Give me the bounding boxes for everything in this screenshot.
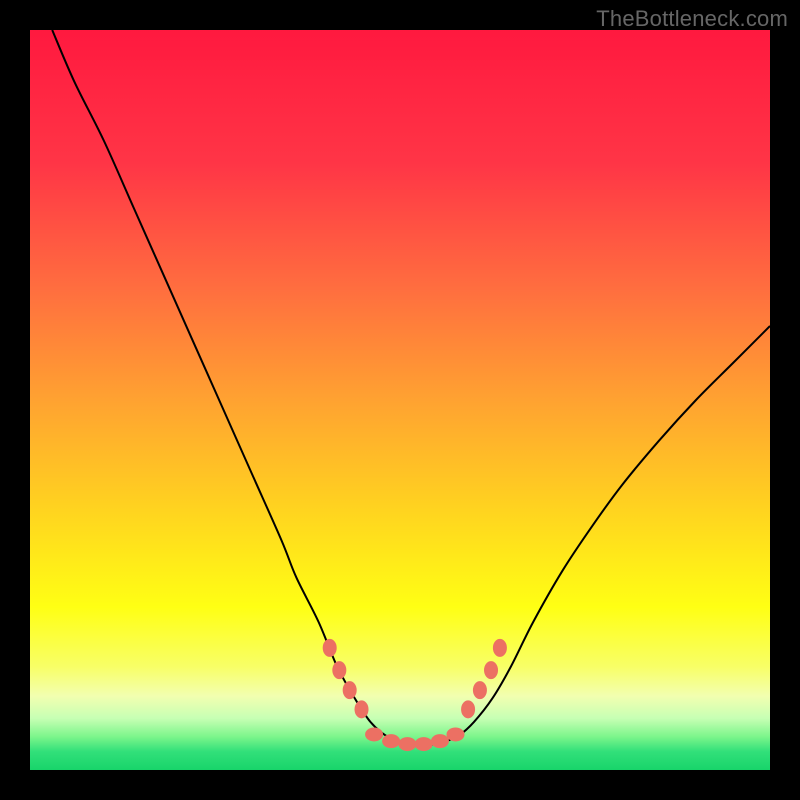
marker-dot [447, 727, 465, 741]
marker-dot [382, 734, 400, 748]
bottleneck-curve [52, 30, 770, 745]
marker-dot [461, 700, 475, 718]
marker-dot [343, 681, 357, 699]
plot-area [30, 30, 770, 770]
marker-dot [415, 737, 433, 751]
marker-dot [332, 661, 346, 679]
marker-dot [365, 727, 383, 741]
marker-dot [484, 661, 498, 679]
marker-dot [473, 681, 487, 699]
chart-frame: TheBottleneck.com [0, 0, 800, 800]
marker-dot [355, 700, 369, 718]
marker-dot [431, 734, 449, 748]
curve-layer [30, 30, 770, 770]
marker-dot [493, 639, 507, 657]
marker-dot [323, 639, 337, 657]
watermark-text: TheBottleneck.com [596, 6, 788, 32]
marker-group [323, 639, 507, 751]
marker-dot [398, 737, 416, 751]
